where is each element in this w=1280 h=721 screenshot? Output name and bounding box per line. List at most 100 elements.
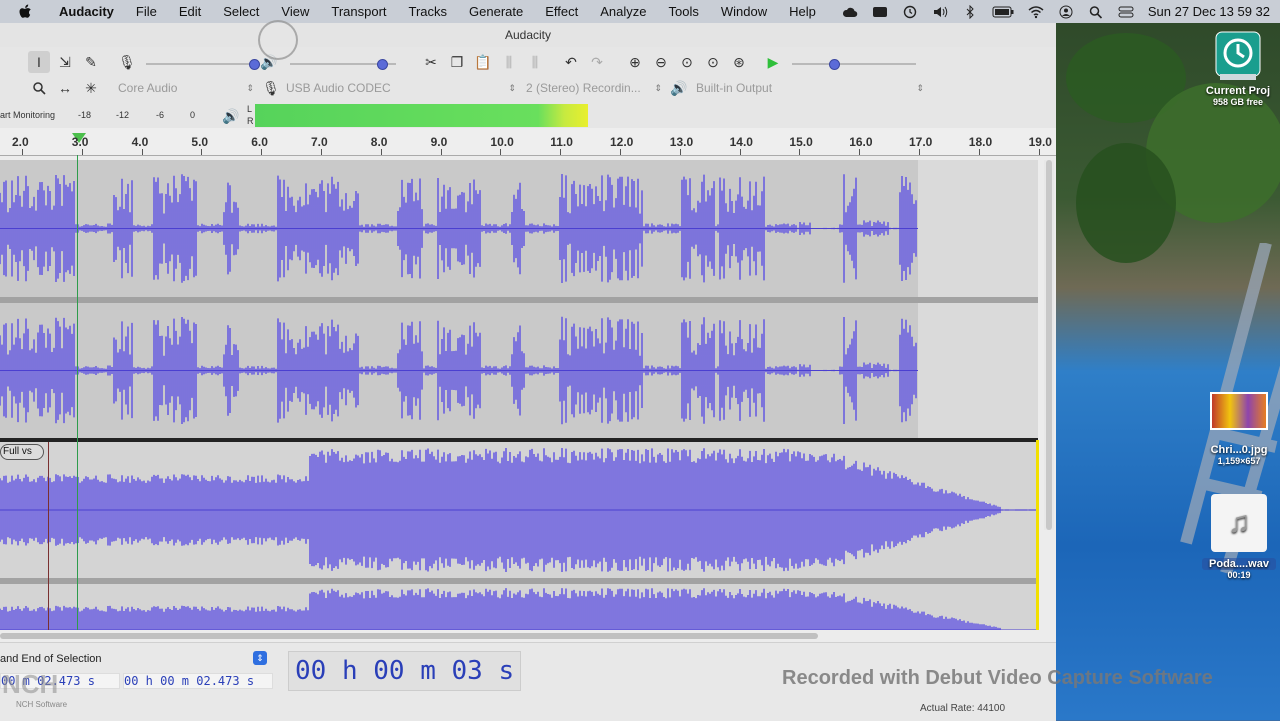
bluetooth-icon[interactable] [962,4,978,19]
menu-window[interactable]: Window [710,4,778,19]
desktop-item-sub: 958 GB free [1212,97,1264,107]
ruler-label: 4.0 [131,135,149,149]
cloud-icon[interactable] [842,5,858,19]
actual-rate: Actual Rate: 44100 [920,703,1006,714]
menu-edit[interactable]: Edit [168,4,212,19]
volume-icon[interactable] [932,5,948,19]
rec-tick: -18 [78,110,92,120]
menu-file[interactable]: File [125,4,168,19]
ruler-tick [22,149,23,155]
desktop-item-jpg[interactable]: Chri...0.jpg 1,159×657 [1200,392,1278,466]
channel-l-label: L [247,104,253,114]
recording-channels-select[interactable]: 2 (Stereo) Recordin... ⇕ [526,79,666,97]
desktop-background [1056,23,1280,720]
paste-button[interactable]: 📋 [472,51,494,73]
ruler-tick [500,149,502,155]
trim-button[interactable]: ⫼ [498,51,520,73]
audio-file-icon: ♫ [1211,494,1267,552]
ruler-tick [679,149,681,155]
apple-icon[interactable] [18,4,34,20]
copy-button[interactable]: ❐ [446,51,468,73]
desktop-item-wav[interactable]: ♫ Poda....wav 00:19 [1202,494,1276,580]
menu-tools[interactable]: Tools [658,4,710,19]
playback-volume-knob[interactable] [377,59,388,70]
play-speed-knob[interactable] [829,59,840,70]
menu-analyze[interactable]: Analyze [589,4,657,19]
play-icon: ▶ [767,53,779,70]
menu-generate[interactable]: Generate [458,4,534,19]
rec-tick: -12 [116,110,130,120]
menu-audacity[interactable]: Audacity [48,4,125,19]
scrollbar-thumb[interactable] [0,633,818,639]
menu-tracks[interactable]: Tracks [398,4,459,19]
clipboard-icon: 📋 [474,53,492,70]
audio-position-field[interactable]: 00 h 00 m 03 s [288,651,522,691]
desktop-item-label: Chri...0.jpg [1210,444,1268,456]
desktop-item-sub: 1,159×657 [1217,456,1261,466]
time-machine-icon[interactable] [902,5,918,19]
window-title[interactable]: Audacity [0,23,1056,47]
clip-name-label[interactable]: Full vs [0,444,44,460]
timeline-ruler[interactable]: 2.0 3.0 4.0 5.0 6.0 7.0 8.0 9.0 10.0 11.0 12.0 13.0… [0,128,1056,156]
menubar-clock[interactable]: Sun 27 Dec 13 59 32 [1148,4,1270,19]
scrollbar-thumb[interactable] [1046,160,1052,530]
control-center-icon[interactable] [1118,5,1134,19]
ruler-label: 7.0 [311,135,328,149]
zoom-in-button[interactable]: ⊕ [624,51,646,73]
zoom-toggle-button[interactable]: ⊛ [728,51,750,73]
zoom-tool[interactable] [28,77,50,99]
ruler-label: 17.0 [909,135,933,149]
app-badge-icon[interactable] [872,5,888,19]
time-shift-tool[interactable]: ↔ [54,77,76,99]
play-at-speed-button[interactable]: ▶ [762,51,784,73]
audio-host-select[interactable]: Core Audio ⇕ [118,79,258,97]
cut-button[interactable]: ✂ [420,51,442,73]
multi-tool[interactable]: ✳ [80,77,102,99]
menu-transport[interactable]: Transport [320,4,397,19]
spotlight-search-icon[interactable] [1088,5,1104,19]
playback-level-bar[interactable] [255,104,588,127]
undo-button[interactable]: ↶ [560,51,582,73]
vertical-scrollbar[interactable] [1044,160,1054,530]
zoom-out-button[interactable]: ⊖ [650,51,672,73]
selection-mode-select[interactable]: ⇕ [253,651,267,665]
audio-track-1-right[interactable] [0,303,1038,438]
menu-view[interactable]: View [270,4,320,19]
playback-device-select[interactable]: Built-in Output ⇕ [696,79,928,97]
recording-channels-value: 2 (Stereo) Recordin... [526,81,641,95]
play-speed-slider[interactable] [792,63,916,65]
redo-button[interactable]: ↷ [586,51,608,73]
ruler-label: 5.0 [191,135,209,149]
menu-select[interactable]: Select [212,4,270,19]
battery-icon[interactable] [992,5,1014,19]
audio-track-2-left[interactable] [0,442,1038,578]
ruler-label: 16.0 [849,135,873,149]
monitoring-label[interactable]: art Monitoring [0,110,55,120]
horizontal-scrollbar[interactable] [0,630,1038,640]
audio-track-1-left[interactable] [0,160,1038,297]
fit-project-button[interactable]: ⊙ [702,51,724,73]
audio-track-2-right[interactable] [0,584,1038,630]
wifi-icon[interactable] [1028,5,1044,19]
recording-device-select[interactable]: USB Audio CODEC ⇕ [286,79,520,97]
image-thumbnail [1210,392,1268,430]
envelope-tool[interactable]: ⇲ [54,51,76,73]
ruler-label: 3.0 [71,135,89,149]
ruler-tick [799,149,801,155]
fit-selection-button[interactable]: ⊙ [676,51,698,73]
copy-icon: ❐ [450,53,464,70]
channel-r-label: R [247,116,254,126]
selection-end-field[interactable]: 00 h 00 m 02.473 s [123,673,273,689]
ruler-label: 9.0 [430,135,448,149]
draw-tool[interactable]: ✎ [80,51,102,73]
nch-logo: NCH [2,669,59,699]
silence-button[interactable]: ⫼ [524,51,546,73]
desktop-item-drive[interactable]: Current Proj 958 GB free [1200,30,1276,107]
recording-volume-slider[interactable] [146,63,256,65]
pencil-icon: ✎ [85,53,97,70]
selection-tool[interactable]: I [28,51,50,73]
menu-help[interactable]: Help [778,4,827,19]
user-icon[interactable] [1058,5,1074,19]
rec-tick: -6 [156,110,165,120]
menu-effect[interactable]: Effect [534,4,589,19]
